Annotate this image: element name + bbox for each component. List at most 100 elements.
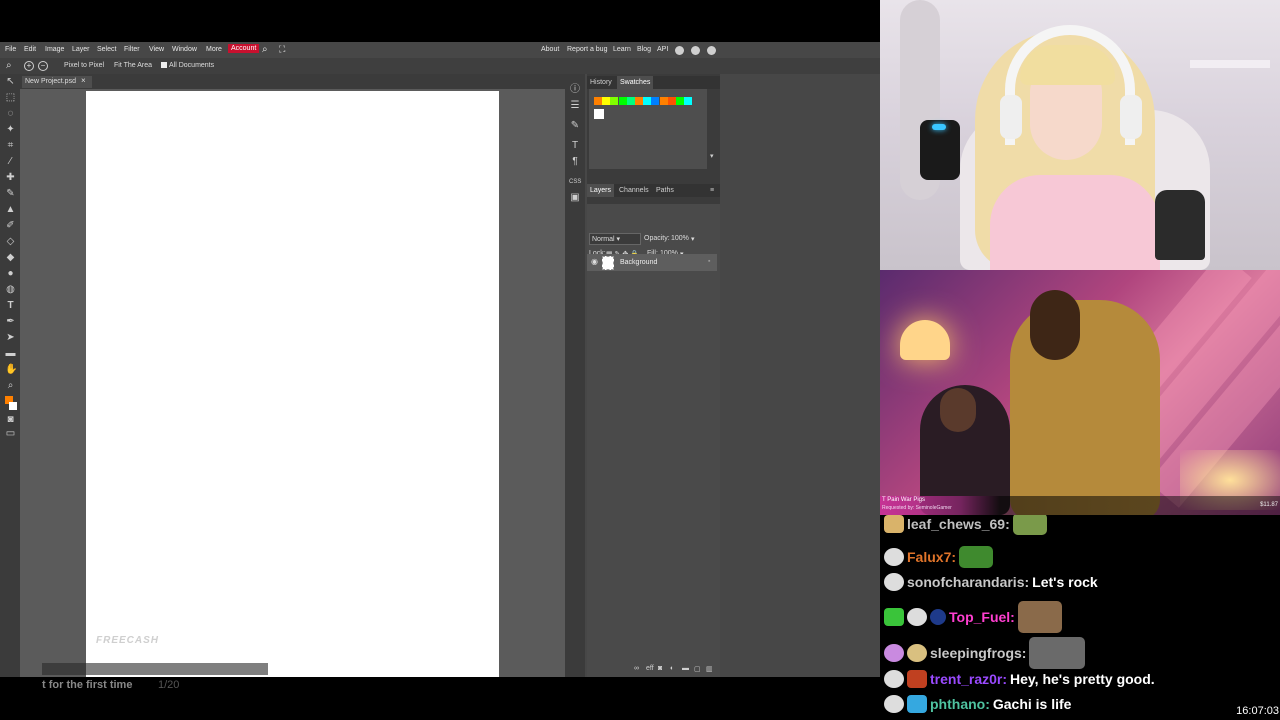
canvas[interactable] [86, 91, 499, 677]
move-tool-icon[interactable]: ↖ [5, 76, 16, 87]
layer-row[interactable]: ◉ Background ▪ [587, 254, 717, 271]
properties-icon[interactable]: ☰ [569, 100, 581, 112]
healing-tool-icon[interactable]: ✚ [5, 172, 16, 183]
zoom-out-icon[interactable]: − [38, 61, 48, 71]
color-swatch[interactable] [594, 97, 602, 105]
document-tabs: New Project.psd × [20, 74, 565, 89]
tab-history[interactable]: History [590, 79, 612, 86]
adjustment-icon[interactable]: ◐ [670, 665, 674, 672]
lasso-tool-icon[interactable]: ◌ [5, 108, 16, 119]
tab-channels[interactable]: Channels [619, 187, 649, 194]
shape-tool-icon[interactable]: ▬ [5, 348, 16, 359]
menu-filter[interactable]: Filter [124, 46, 140, 53]
swatches-menu-icon[interactable]: ▾ [710, 152, 714, 160]
color-swatch[interactable] [667, 97, 676, 105]
color-swatch[interactable] [626, 97, 635, 105]
menu-image[interactable]: Image [45, 46, 64, 53]
image-icon[interactable]: ▣ [569, 192, 581, 204]
color-swatch[interactable] [635, 97, 643, 105]
color-swatch[interactable] [659, 97, 668, 105]
chat-username[interactable]: sonofcharandaris: [907, 574, 1029, 590]
all-documents-checkbox[interactable] [161, 62, 167, 68]
link-api[interactable]: API [657, 46, 668, 53]
tab-layers[interactable]: Layers [587, 184, 615, 197]
blur-tool-icon[interactable]: ● [5, 268, 16, 279]
color-swatch[interactable] [676, 97, 684, 105]
chat-username[interactable]: trent_raz0r: [930, 671, 1007, 687]
link-report-bug[interactable]: Report a bug [567, 46, 607, 53]
stamp-tool-icon[interactable]: ▲ [5, 204, 16, 215]
hand-tool-icon[interactable]: ✋ [5, 364, 17, 375]
magic-wand-icon[interactable]: ✦ [5, 124, 16, 135]
color-swatch[interactable] [651, 97, 660, 105]
brush-settings-icon[interactable]: ✎ [569, 120, 581, 132]
color-swatch[interactable] [618, 97, 627, 105]
folder-icon[interactable]: ▬ [682, 665, 689, 672]
link-learn[interactable]: Learn [613, 46, 631, 53]
brush-tool-icon[interactable]: ✎ [5, 188, 16, 199]
eyedropper-icon[interactable]: ⁄ [5, 156, 16, 167]
tools-panel: ↖ ⬚ ◌ ✦ ⌗ ⁄ ✚ ✎ ▲ ✐ ◇ ◆ ● ◍ T ✒ ➤ ▬ ✋ ⌕ … [0, 74, 20, 677]
reddit-icon[interactable] [675, 46, 684, 55]
chat-username[interactable]: sleepingfrogs: [930, 645, 1026, 661]
menu-file[interactable]: File [5, 46, 16, 53]
zoom-tool-icon[interactable]: ⌕ [5, 380, 16, 391]
pixel-to-pixel-button[interactable]: Pixel to Pixel [64, 62, 104, 69]
color-swatch[interactable] [594, 109, 604, 119]
chat-text: Hey, he's pretty good. [1010, 671, 1155, 687]
menu-window[interactable]: Window [172, 46, 197, 53]
mask-icon[interactable]: ◙ [658, 665, 662, 672]
link-about[interactable]: About [541, 46, 559, 53]
link-layers-icon[interactable]: ∞ [634, 665, 639, 672]
menu-more[interactable]: More [206, 46, 222, 53]
fit-area-button[interactable]: Fit The Area [114, 62, 152, 69]
twitter-icon[interactable] [691, 46, 700, 55]
menu-view[interactable]: View [149, 46, 164, 53]
type-tool-icon[interactable]: T [5, 300, 16, 311]
eraser-tool-icon[interactable]: ◇ [5, 236, 16, 247]
css-icon[interactable]: CSS [569, 176, 581, 188]
fullscreen-icon[interactable]: ⛶ [279, 44, 285, 55]
tab-swatches[interactable]: Swatches [617, 76, 654, 89]
facebook-icon[interactable] [707, 46, 716, 55]
effects-icon[interactable]: eff [646, 665, 654, 672]
menu-layer[interactable]: Layer [72, 46, 90, 53]
blend-mode-select[interactable]: Normal ▾ [589, 233, 641, 245]
search-icon[interactable]: ⌕ [262, 44, 268, 55]
path-select-icon[interactable]: ➤ [5, 332, 16, 343]
dodge-tool-icon[interactable]: ◍ [5, 284, 16, 295]
chat-username[interactable]: phthano: [930, 696, 990, 712]
song-price: $11.87 [1260, 502, 1278, 508]
opacity-value[interactable]: 100% [671, 235, 689, 242]
info-icon[interactable]: ⓘ [569, 84, 581, 96]
chat-username[interactable]: leaf_chews_69: [907, 516, 1010, 532]
delete-layer-icon[interactable]: ▥ [706, 665, 713, 673]
color-swatch[interactable] [602, 97, 611, 105]
link-blog[interactable]: Blog [637, 46, 651, 53]
crop-tool-icon[interactable]: ⌗ [5, 140, 16, 151]
layers-menu-icon[interactable]: ≡ [710, 187, 714, 194]
menu-select[interactable]: Select [97, 46, 116, 53]
history-brush-icon[interactable]: ✐ [5, 220, 16, 231]
quick-mask-icon[interactable]: ◙ [5, 414, 16, 425]
bucket-tool-icon[interactable]: ◆ [5, 252, 16, 263]
account-button[interactable]: Account [228, 44, 260, 53]
pen-tool-icon[interactable]: ✒ [5, 316, 16, 327]
menu-edit[interactable]: Edit [24, 46, 36, 53]
close-tab-icon[interactable]: × [81, 76, 86, 85]
visibility-eye-icon[interactable]: ◉ [591, 257, 598, 266]
color-swatch[interactable] [684, 97, 693, 105]
character-icon[interactable]: T [569, 140, 581, 152]
paragraph-icon[interactable]: ¶ [569, 156, 581, 168]
opacity-dropdown-icon[interactable]: ▾ [691, 235, 695, 243]
zoom-in-icon[interactable]: + [24, 61, 34, 71]
screen-mode-icon[interactable]: ▭ [5, 428, 16, 439]
color-swatch[interactable] [643, 97, 652, 105]
color-swatch[interactable] [610, 97, 619, 105]
tab-paths[interactable]: Paths [656, 187, 674, 194]
new-layer-icon[interactable]: ▢ [694, 665, 701, 673]
marquee-tool-icon[interactable]: ⬚ [5, 92, 16, 103]
chat-username[interactable]: Top_Fuel: [949, 609, 1015, 625]
chat-username[interactable]: Falux7: [907, 549, 956, 565]
background-color-swatch[interactable] [9, 402, 17, 410]
